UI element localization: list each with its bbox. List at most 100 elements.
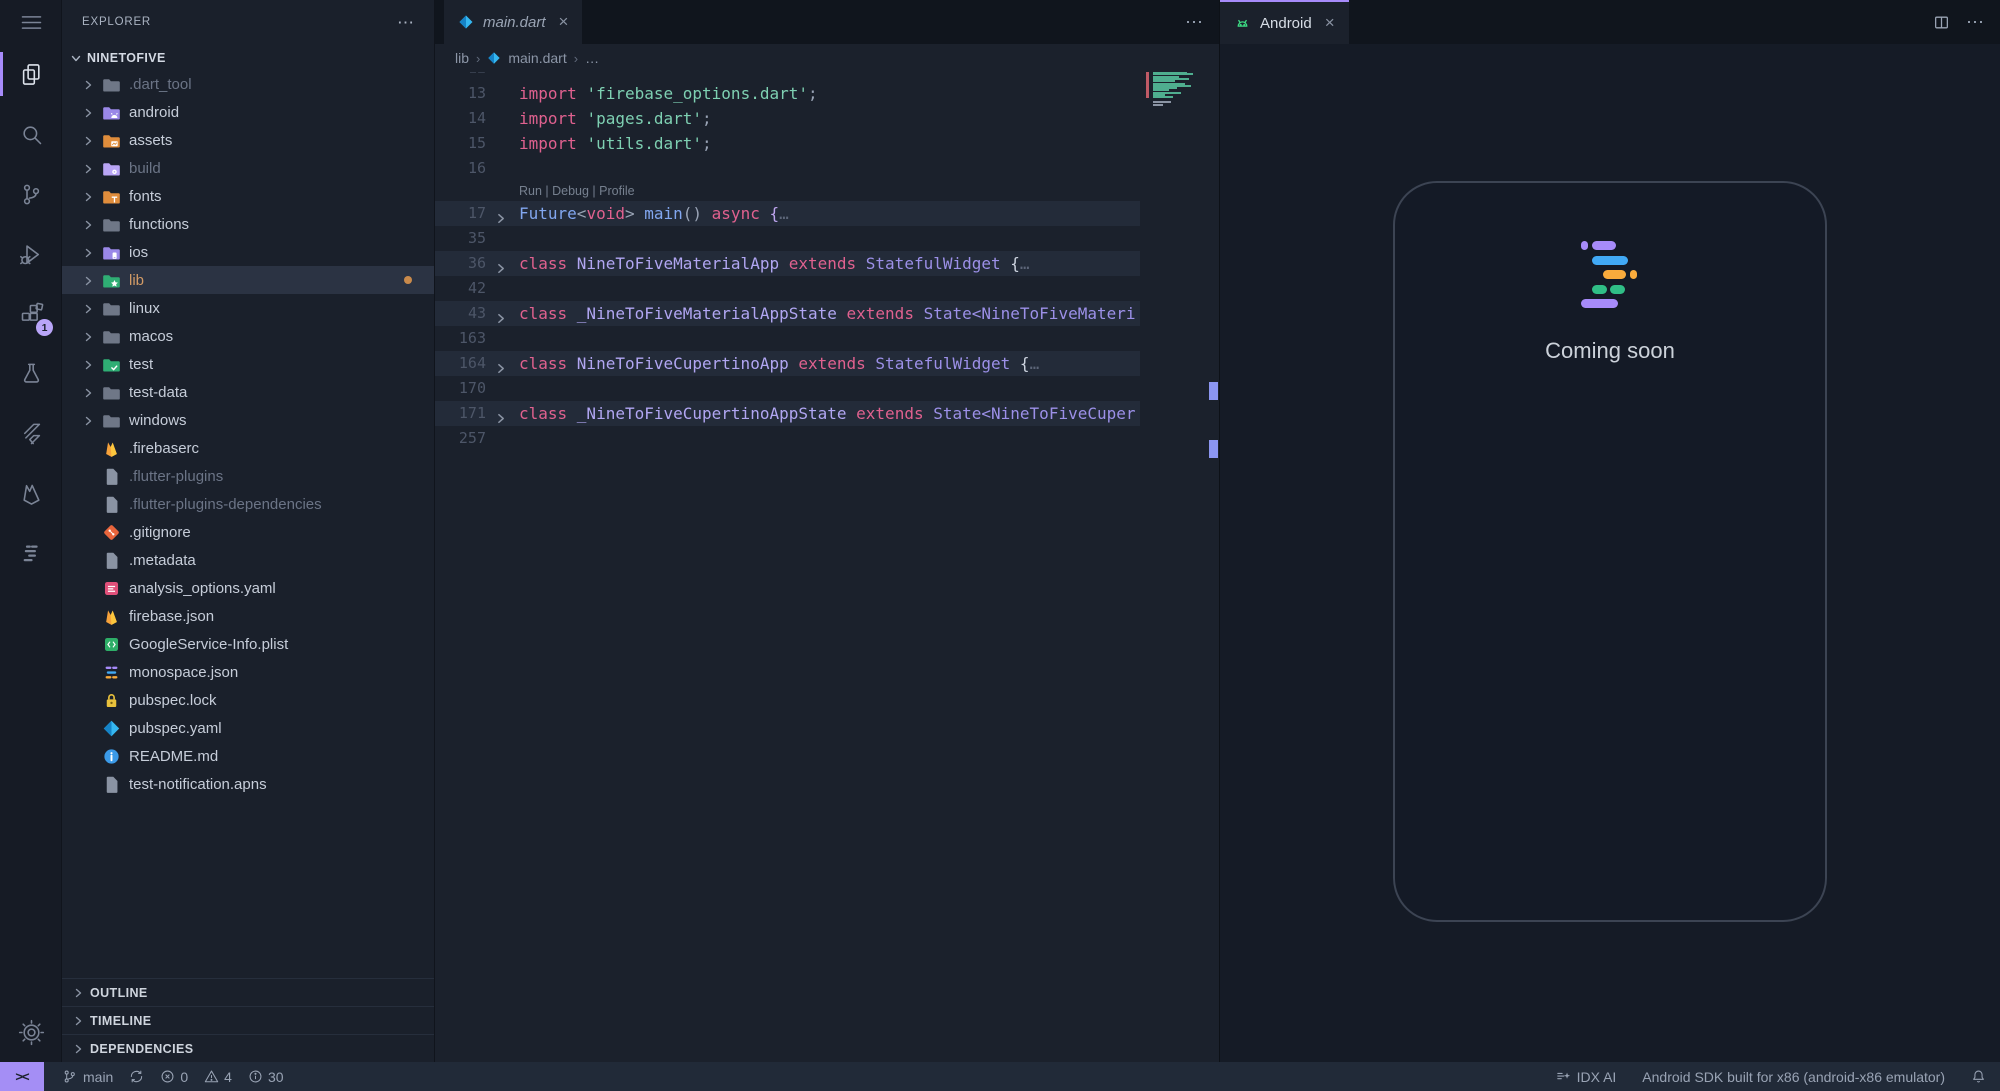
activity-item-firebase[interactable] [0, 464, 62, 524]
activity-item-source-control[interactable] [0, 164, 62, 224]
code-line-13[interactable]: 13import 'firebase_options.dart'; [435, 81, 1219, 106]
tree-item-test-data[interactable]: test-data [62, 378, 434, 406]
chevron-right-icon [82, 330, 94, 342]
line-number: 35 [435, 226, 486, 251]
fold-chevron-icon[interactable] [494, 307, 507, 320]
activity-item-flutter[interactable] [0, 404, 62, 464]
tree-item-macos[interactable]: macos [62, 322, 434, 350]
sync-button[interactable] [121, 1062, 152, 1091]
fold-chevron-icon[interactable] [494, 207, 507, 220]
chevron-right-icon [72, 987, 84, 999]
code-line-17[interactable]: 17Future<void> main() async {… [435, 201, 1219, 226]
remote-indicator[interactable]: >< [0, 1062, 44, 1091]
fold-chevron-icon[interactable] [494, 257, 507, 270]
chevron-right-icon: › [476, 51, 480, 66]
tree-item-build[interactable]: build [62, 154, 434, 182]
dart-icon [458, 14, 474, 30]
activity-item-explorer[interactable] [0, 44, 62, 104]
activity-item-settings[interactable] [0, 1002, 62, 1062]
code-line-164[interactable]: 164class NineToFiveCupertinoApp extends … [435, 351, 1219, 376]
error-icon [160, 1069, 175, 1084]
idx-ai-button[interactable]: IDX AI [1556, 1062, 1617, 1091]
close-icon[interactable]: × [1325, 13, 1335, 33]
tree-item-test-notification.apns[interactable]: test-notification.apns [62, 770, 434, 798]
chevron-right-icon [82, 218, 94, 230]
bell-icon[interactable] [1971, 1069, 1986, 1084]
code-line-35[interactable]: 35 [435, 226, 1219, 251]
breadcrumb-folder[interactable]: lib [455, 50, 469, 66]
tree-item-.metadata[interactable]: .metadata [62, 546, 434, 574]
tree-item-test[interactable]: test [62, 350, 434, 378]
code-line-14[interactable]: 14import 'pages.dart'; [435, 106, 1219, 131]
tree-item-.dart_tool[interactable]: .dart_tool [62, 70, 434, 98]
tree-item-label: README.md [129, 748, 218, 765]
project-root-row[interactable]: NINETOFIVE [62, 44, 434, 71]
tab-main-dart[interactable]: main.dart × [444, 0, 582, 44]
tree-item-fonts[interactable]: fonts [62, 182, 434, 210]
problems-indicator[interactable]: 0 4 30 [152, 1062, 291, 1091]
section-dependencies[interactable]: DEPENDENCIES [62, 1034, 434, 1062]
breadcrumb-symbol[interactable]: … [585, 50, 599, 66]
firebase-icon [18, 481, 45, 508]
editor-group: main.dart × ⋯ lib › main.dart › … 1213im… [435, 0, 1220, 1062]
codelens[interactable]: Run | Debug | Profile [435, 181, 1219, 201]
idx-icon [18, 541, 45, 568]
code-line-16[interactable]: 16 [435, 156, 1219, 181]
tree-item-ios[interactable]: ios [62, 238, 434, 266]
status-bar-right: IDX AI Android SDK built for x86 (androi… [1556, 1062, 2000, 1091]
tree-item-.flutter-plugins[interactable]: .flutter-plugins [62, 462, 434, 490]
activity-item-run-debug[interactable] [0, 224, 62, 284]
fold-chevron-icon[interactable] [494, 407, 507, 420]
coming-soon-text: Coming soon [1545, 338, 1675, 364]
tree-item-GoogleService-Info.plist[interactable]: GoogleService-Info.plist [62, 630, 434, 658]
close-icon[interactable]: × [559, 12, 569, 32]
activity-item-testing[interactable] [0, 344, 62, 404]
code-area[interactable]: 1213import 'firebase_options.dart';14imp… [435, 72, 1219, 451]
tree-item-android[interactable]: android [62, 98, 434, 126]
tree-item-pubspec.yaml[interactable]: pubspec.yaml [62, 714, 434, 742]
tree-item-lib[interactable]: lib [62, 266, 434, 294]
tree-item-assets[interactable]: assets [62, 126, 434, 154]
explorer-header: EXPLORER ⋯ [62, 0, 434, 44]
tree-item-linux[interactable]: linux [62, 294, 434, 322]
more-actions-icon[interactable]: ⋯ [1966, 12, 1984, 33]
code-line-171[interactable]: 171class _NineToFiveCupertinoAppState ex… [435, 401, 1219, 426]
code-line-170[interactable]: 170 [435, 376, 1219, 401]
tree-item-.firebaserc[interactable]: .firebaserc [62, 434, 434, 462]
breadcrumb-file[interactable]: main.dart [508, 50, 566, 66]
tree-item-windows[interactable]: windows [62, 406, 434, 434]
tree-item-.flutter-plugins-dependencies[interactable]: .flutter-plugins-dependencies [62, 490, 434, 518]
tree-item-analysis_options.yaml[interactable]: analysis_options.yaml [62, 574, 434, 602]
code-line-43[interactable]: 43class _NineToFiveMaterialAppState exte… [435, 301, 1219, 326]
tree-item-monospace.json[interactable]: monospace.json [62, 658, 434, 686]
device-name[interactable]: Android SDK built for x86 (android-x86 e… [1642, 1069, 1945, 1085]
activity-item-menu[interactable] [0, 0, 62, 44]
line-number: 42 [435, 276, 486, 301]
tree-item-pubspec.lock[interactable]: pubspec.lock [62, 686, 434, 714]
tree-item-.gitignore[interactable]: .gitignore [62, 518, 434, 546]
tree-item-README.md[interactable]: README.md [62, 742, 434, 770]
code-line-36[interactable]: 36class NineToFiveMaterialApp extends St… [435, 251, 1219, 276]
emulator-phone-frame: Coming soon [1393, 181, 1827, 922]
code-line-42[interactable]: 42 [435, 276, 1219, 301]
line-number: 257 [435, 426, 486, 451]
tree-item-functions[interactable]: functions [62, 210, 434, 238]
split-editor-icon[interactable] [1933, 14, 1950, 31]
breadcrumb[interactable]: lib › main.dart › … [435, 44, 1219, 72]
section-timeline[interactable]: TIMELINE [62, 1006, 434, 1034]
code-line-163[interactable]: 163 [435, 326, 1219, 351]
tree-item-label: build [129, 160, 161, 177]
explorer-more-icon[interactable]: ⋯ [397, 14, 414, 31]
code-line-15[interactable]: 15import 'utils.dart'; [435, 131, 1219, 156]
activity-item-idx[interactable] [0, 524, 62, 584]
logo-pill [1592, 256, 1628, 265]
branch-indicator[interactable]: main [54, 1062, 121, 1091]
fold-chevron-icon[interactable] [494, 357, 507, 370]
code-line-257[interactable]: 257 [435, 426, 1219, 451]
more-actions-icon[interactable]: ⋯ [1185, 12, 1203, 33]
tree-item-firebase.json[interactable]: firebase.json [62, 602, 434, 630]
activity-item-search[interactable] [0, 104, 62, 164]
section-outline[interactable]: OUTLINE [62, 978, 434, 1006]
tab-android[interactable]: Android × [1220, 0, 1349, 44]
activity-item-extensions[interactable]: 1 [0, 284, 62, 344]
